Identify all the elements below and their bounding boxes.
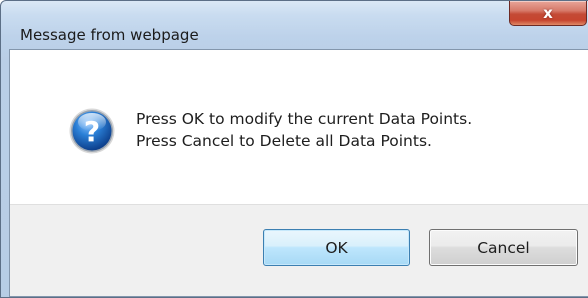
- dialog-title: Message from webpage: [20, 26, 199, 44]
- close-button[interactable]: x: [509, 1, 587, 26]
- message-text: Press OK to modify the current Data Poin…: [136, 108, 472, 152]
- svg-text:?: ?: [84, 115, 100, 148]
- button-bar: OK Cancel: [10, 204, 588, 296]
- close-icon: x: [543, 3, 553, 22]
- cancel-button[interactable]: Cancel: [429, 229, 578, 266]
- message-line-1: Press OK to modify the current Data Poin…: [136, 110, 473, 128]
- ok-button[interactable]: OK: [263, 229, 410, 266]
- dialog-body: ? Press OK to modify the current Data Po…: [9, 49, 588, 297]
- title-bar[interactable]: Message from webpage x: [1, 1, 588, 49]
- message-line-2: Press Cancel to Delete all Data Points.: [136, 132, 432, 150]
- message-dialog: Message from webpage x ? Press OK to mod…: [0, 0, 588, 298]
- question-icon: ?: [69, 108, 115, 154]
- message-area: ? Press OK to modify the current Data Po…: [10, 50, 588, 204]
